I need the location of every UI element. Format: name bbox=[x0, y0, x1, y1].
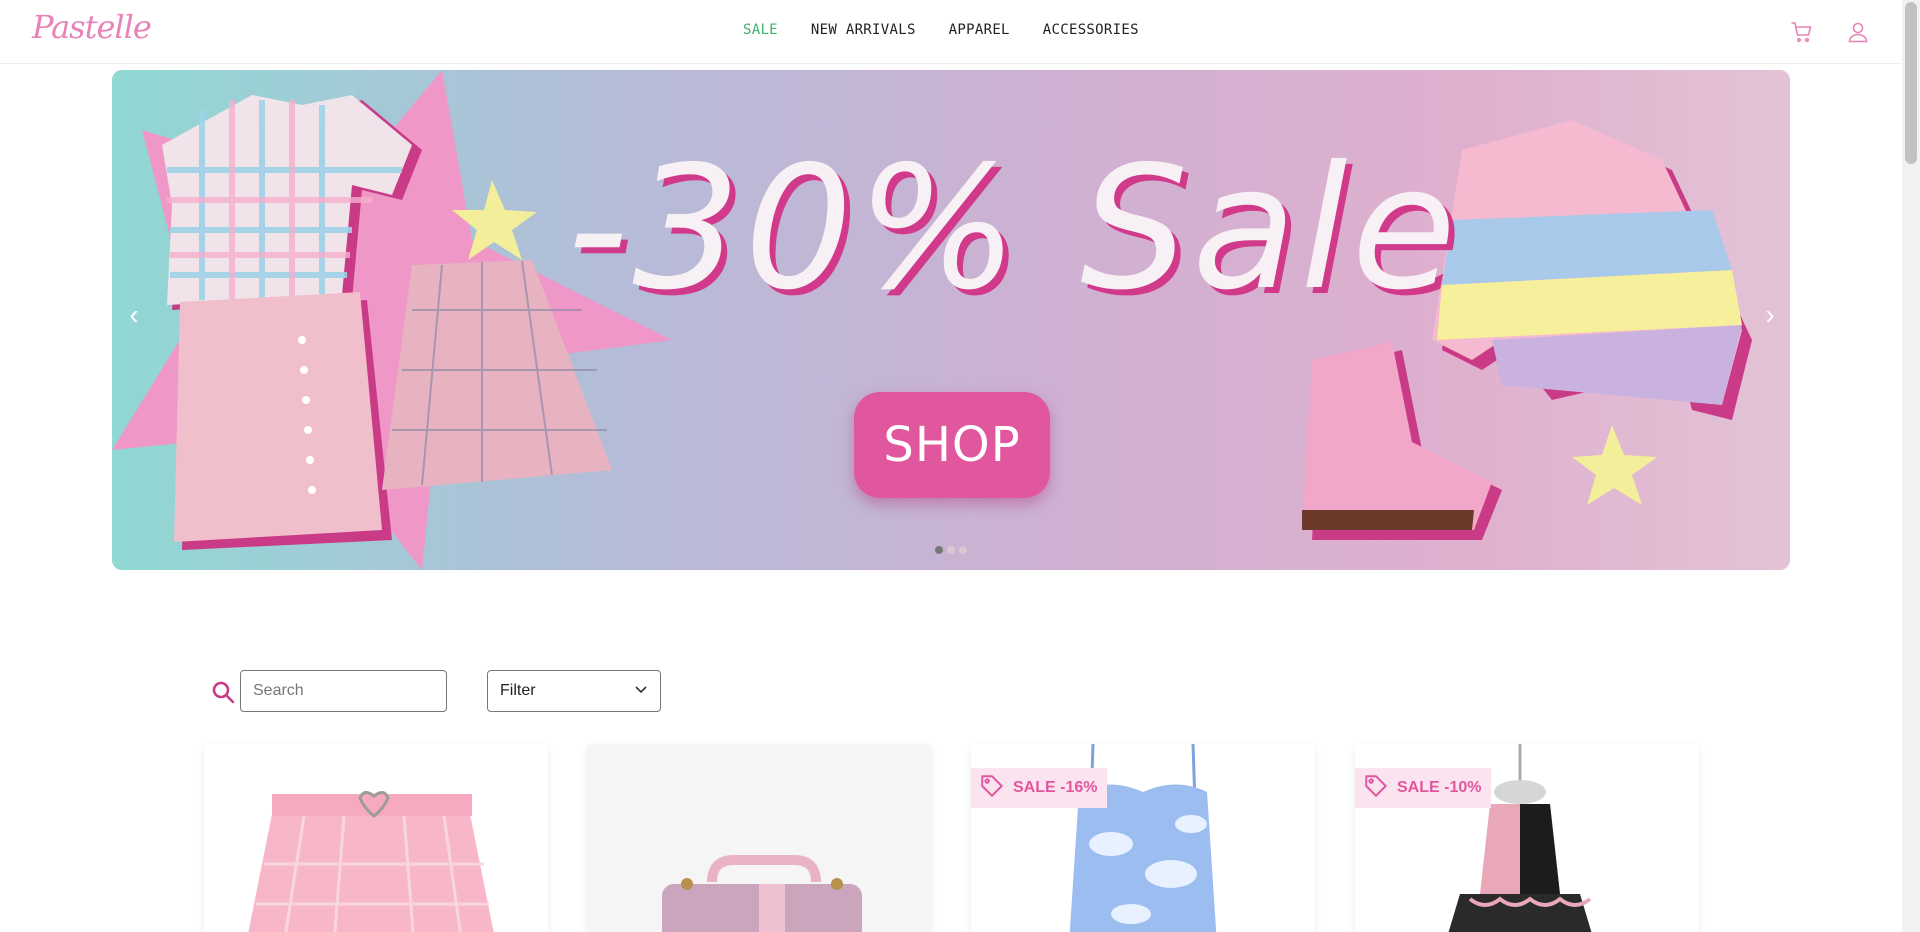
carousel-dot-2[interactable] bbox=[947, 546, 955, 554]
sale-badge-label: SALE -16% bbox=[1013, 779, 1098, 796]
tag-icon bbox=[979, 773, 1005, 804]
product-card[interactable]: SALE -10% bbox=[1355, 744, 1699, 932]
sale-badge: SALE -16% bbox=[971, 768, 1108, 808]
search-icon[interactable] bbox=[211, 680, 235, 704]
pink-denim-skirt-image bbox=[174, 292, 392, 550]
pink-boot-image bbox=[1302, 342, 1502, 540]
filter-label: Filter bbox=[500, 682, 536, 699]
carousel-dot-1[interactable] bbox=[935, 546, 943, 554]
nav-link-apparel[interactable]: APPAREL bbox=[949, 22, 1010, 38]
nav-link-accessories[interactable]: ACCESSORIES bbox=[1043, 22, 1139, 38]
user-icon[interactable] bbox=[1846, 20, 1870, 44]
page-scrollbar-thumb[interactable] bbox=[1905, 2, 1917, 164]
product-card[interactable]: SALE -16% bbox=[971, 744, 1315, 932]
carousel-dots bbox=[935, 546, 967, 554]
brand-logo[interactable]: Pastelle bbox=[32, 8, 152, 46]
sale-badge: SALE -10% bbox=[1355, 768, 1492, 808]
tag-icon bbox=[1363, 773, 1389, 804]
carousel-prev-arrow[interactable]: ‹ bbox=[122, 300, 146, 330]
filter-select[interactable]: Filter bbox=[487, 670, 661, 712]
hero-carousel: -30% Sale SHOP ‹ › bbox=[112, 70, 1790, 570]
nav-link-new-arrivals[interactable]: NEW ARRIVALS bbox=[811, 22, 916, 38]
nav-link-sale[interactable]: SALE bbox=[743, 22, 778, 38]
pastel-puffer-jacket-image bbox=[1432, 120, 1752, 420]
product-card[interactable] bbox=[204, 744, 548, 932]
product-card[interactable] bbox=[587, 744, 931, 932]
shop-button[interactable]: SHOP bbox=[854, 392, 1050, 498]
product-image-lilac-handbag bbox=[662, 855, 862, 932]
main-nav: SALE NEW ARRIVALS APPAREL ACCESSORIES bbox=[743, 22, 1172, 38]
carousel-dot-3[interactable] bbox=[959, 546, 967, 554]
cart-icon[interactable] bbox=[1790, 20, 1814, 44]
chevron-down-icon bbox=[634, 682, 648, 701]
top-navbar: Pastelle SALE NEW ARRIVALS APPAREL ACCES… bbox=[0, 0, 1902, 64]
search-input[interactable] bbox=[240, 670, 447, 712]
hero-headline: -30% Sale bbox=[567, 130, 1461, 328]
carousel-next-arrow[interactable]: › bbox=[1758, 300, 1782, 330]
sale-badge-label: SALE -10% bbox=[1397, 779, 1482, 796]
product-image-pink-plaid-skirt bbox=[248, 791, 494, 932]
